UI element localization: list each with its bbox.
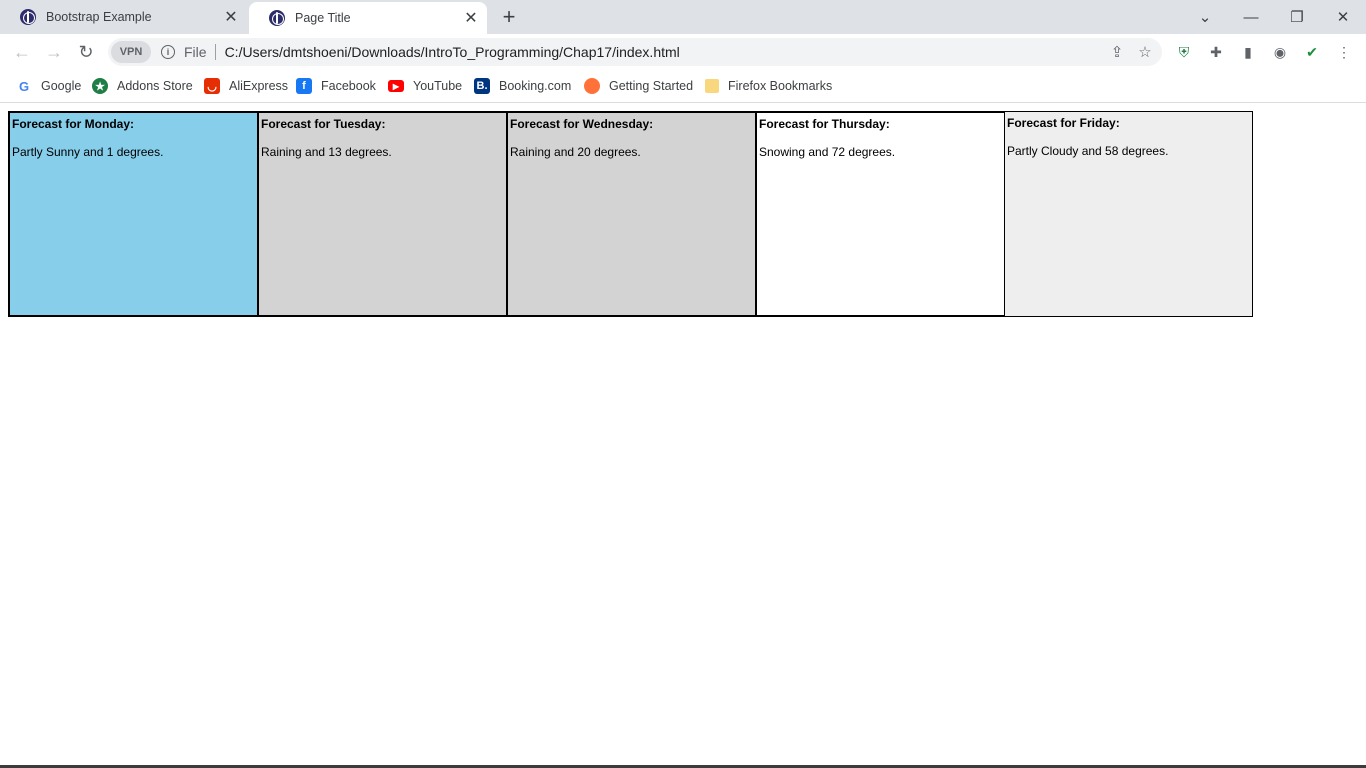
back-button[interactable]: ← — [8, 38, 36, 66]
forecast-text: Partly Sunny and 1 degrees. — [12, 145, 164, 159]
tab-strip: Bootstrap Example ✕ Page Title ✕ + ⌄ — ❐… — [0, 0, 1366, 34]
google-icon: G — [18, 78, 30, 94]
minimize-button[interactable]: — — [1228, 0, 1274, 34]
forecast-title: Forecast for Thursday: — [759, 117, 890, 131]
globe-icon — [269, 10, 285, 26]
bookmark-label: Addons Store — [117, 79, 193, 93]
plus-icon: + — [502, 4, 516, 29]
reload-button[interactable]: ↻ — [72, 38, 100, 66]
addons-store-icon: ★ — [92, 78, 108, 94]
profile-icon[interactable]: ◉ — [1270, 42, 1290, 62]
close-tab-icon[interactable]: ✕ — [459, 6, 483, 30]
bookmark-folder-firefox-bookmarks[interactable]: Firefox Bookmarks — [705, 76, 832, 96]
bookmark-label: AliExpress — [229, 79, 289, 93]
divider — [214, 44, 216, 60]
forecast-text: Raining and 13 degrees. — [261, 145, 392, 159]
forecast-title: Forecast for Tuesday: — [261, 117, 386, 131]
bookmark-youtube[interactable]: ▶ YouTube — [388, 76, 462, 96]
youtube-icon: ▶ — [388, 80, 404, 92]
bookmark-label: Getting Started — [609, 79, 694, 93]
facebook-icon: f — [296, 78, 312, 94]
tab-title: Bootstrap Example — [46, 10, 152, 24]
new-tab-button[interactable]: + — [497, 4, 521, 29]
forecast-friday: Forecast for Friday: Partly Cloudy and 5… — [1004, 111, 1253, 317]
bookmark-label: Firefox Bookmarks — [728, 79, 833, 93]
share-icon[interactable]: ⇪ — [1106, 41, 1128, 63]
forecast-text: Partly Cloudy and 58 degrees. — [1007, 144, 1169, 158]
forecast-thursday: Forecast for Thursday: Snowing and 72 de… — [755, 111, 1004, 317]
arrow-left-icon: ← — [13, 41, 31, 62]
bookmark-facebook[interactable]: f Facebook — [296, 76, 376, 96]
restore-icon: ❐ — [1290, 9, 1304, 26]
vpn-extension-icon[interactable]: ⛨ — [1174, 42, 1194, 62]
forward-button[interactable]: → — [40, 38, 68, 66]
bookmark-label: Google — [41, 79, 82, 93]
bookmark-aliexpress[interactable]: ◡ AliExpress — [204, 76, 288, 96]
forecast-tuesday: Forecast for Tuesday: Raining and 13 deg… — [257, 111, 506, 317]
forecast-text: Raining and 20 degrees. — [510, 145, 641, 159]
close-icon: ✕ — [1336, 9, 1350, 26]
firefox-icon — [584, 78, 600, 94]
bookmark-label: Booking.com — [499, 79, 572, 93]
aliexpress-icon: ◡ — [204, 78, 220, 94]
arrow-right-icon: → — [45, 41, 63, 62]
forecast-title: Forecast for Friday: — [1007, 116, 1120, 130]
bookmark-getting-started[interactable]: Getting Started — [584, 76, 693, 96]
forecast-text: Snowing and 72 degrees. — [759, 145, 896, 159]
shield-check-icon[interactable]: ✔ — [1302, 42, 1322, 62]
url-text[interactable]: C:/Users/dmtshoeni/Downloads/IntroTo_Pro… — [225, 44, 680, 60]
forecast-row: Forecast for Monday: Partly Sunny and 1 … — [8, 111, 1253, 317]
address-bar[interactable]: VPN i File C:/Users/dmtshoeni/Downloads/… — [108, 38, 1162, 66]
minimize-icon: — — [1243, 8, 1259, 26]
side-panel-icon[interactable]: ▮ — [1238, 42, 1258, 62]
star-icon[interactable]: ☆ — [1134, 41, 1156, 63]
restore-button[interactable]: ❐ — [1274, 0, 1320, 34]
bookmark-label: Facebook — [321, 79, 376, 93]
close-tab-icon[interactable]: ✕ — [219, 5, 243, 29]
forecast-wednesday: Forecast for Wednesday: Raining and 20 d… — [506, 111, 755, 317]
forecast-title: Forecast for Monday: — [12, 117, 135, 131]
scheme-label: File — [184, 44, 207, 60]
browser-toolbar: ← → ↻ VPN i File C:/Users/dmtshoeni/Down… — [0, 34, 1366, 70]
bookmark-booking[interactable]: B. Booking.com — [474, 76, 571, 96]
info-icon[interactable]: i — [161, 45, 175, 59]
booking-icon: B. — [474, 78, 490, 94]
reload-icon: ↻ — [78, 41, 94, 62]
tab-page-title[interactable]: Page Title ✕ — [249, 2, 487, 34]
bookmark-addons-store[interactable]: ★ Addons Store — [92, 76, 193, 96]
forecast-title: Forecast for Wednesday: — [510, 117, 654, 131]
omnibox-actions: ⇪ ☆ — [1106, 41, 1156, 63]
bookmark-google[interactable]: G Google — [16, 76, 81, 96]
globe-icon — [20, 9, 36, 25]
folder-icon — [705, 79, 719, 93]
tab-bootstrap-example[interactable]: Bootstrap Example ✕ — [0, 0, 247, 34]
bookmarks-bar: G Google ★ Addons Store ◡ AliExpress f F… — [0, 70, 1366, 103]
puzzle-icon[interactable]: ✚ — [1206, 42, 1226, 62]
bookmark-label: YouTube — [413, 79, 463, 93]
forecast-monday: Forecast for Monday: Partly Sunny and 1 … — [8, 111, 257, 317]
chevron-down-icon: ⌄ — [1198, 9, 1212, 26]
menu-dots-icon[interactable]: ⋮ — [1334, 42, 1354, 62]
vpn-badge[interactable]: VPN — [111, 41, 151, 63]
tab-title: Page Title — [295, 11, 351, 25]
tab-search-button[interactable]: ⌄ — [1182, 0, 1228, 34]
close-window-button[interactable]: ✕ — [1320, 0, 1366, 34]
